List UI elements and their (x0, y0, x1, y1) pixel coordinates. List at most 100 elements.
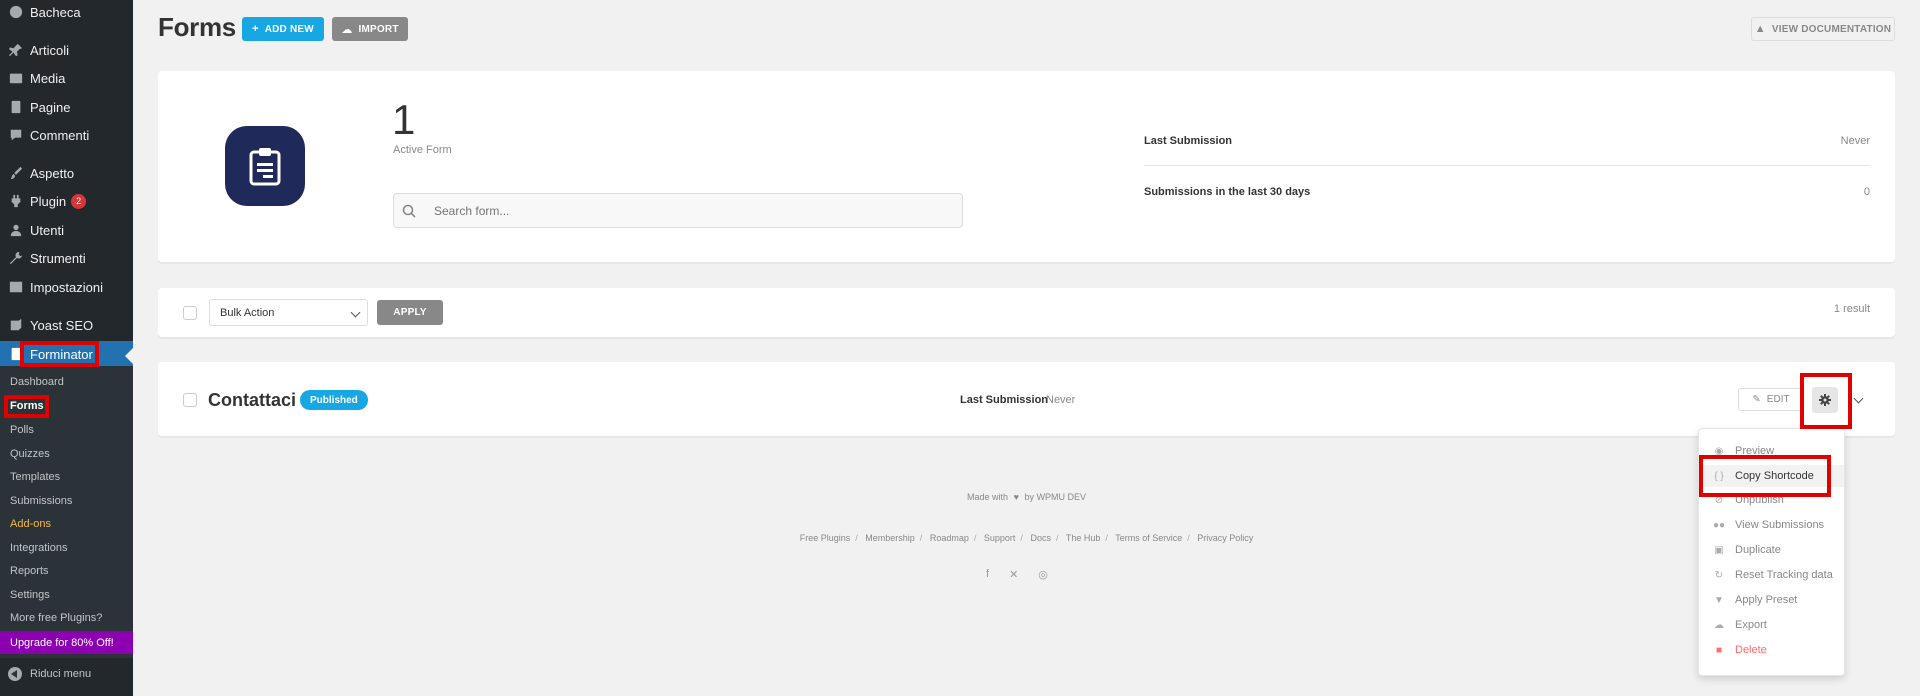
submenu-reports[interactable]: Reports (10, 565, 49, 577)
upgrade-link[interactable]: Upgrade for 80% Off! (0, 631, 133, 654)
import-button[interactable]: ☁ IMPORT (332, 17, 408, 41)
active-forms-count: 1 (392, 96, 416, 143)
sidebar-item-label: Utenti (30, 222, 64, 238)
chevron-down-icon (350, 307, 361, 318)
dropdown-reset-tracking[interactable]: ↻ Reset Tracking data (1699, 564, 1844, 586)
made-with-text: Made with (967, 492, 1009, 502)
collapse-menu-button[interactable]: Riduci menu (0, 664, 91, 684)
last-submission-label: Last Submission (1144, 135, 1233, 147)
sidebar-item-utenti[interactable]: Utenti (0, 218, 133, 242)
instagram-icon[interactable]: ◎ (1038, 568, 1048, 581)
footer-links: Free Plugins / Membership / Roadmap / Suppo… (0, 533, 1920, 543)
sidebar-item-bacheca[interactable]: Bacheca (0, 0, 133, 24)
footer-link-privacy[interactable]: Privacy Policy (1197, 533, 1253, 543)
separator: / (1105, 533, 1108, 543)
dropdown-export[interactable]: ☁ Export (1699, 614, 1844, 636)
dropdown-label: Duplicate (1735, 544, 1781, 556)
footer-link-the-hub[interactable]: The Hub (1066, 533, 1101, 543)
submenu-dashboard[interactable]: Dashboard (10, 376, 64, 388)
footer-link-roadmap[interactable]: Roadmap (930, 533, 969, 543)
submenu-polls[interactable]: Polls (10, 424, 34, 436)
submenu-templates[interactable]: Templates (10, 471, 60, 483)
sidebar-item-yoast[interactable]: Yoast SEO (0, 313, 133, 337)
sidebar-item-impostazioni[interactable]: Impostazioni (0, 275, 133, 299)
import-label: IMPORT (358, 23, 399, 35)
plugin-icon (8, 193, 24, 209)
user-icon (8, 222, 24, 238)
plugin-update-badge: 2 (71, 193, 87, 209)
submenu-integrations[interactable]: Integrations (10, 542, 67, 554)
submenu-settings[interactable]: Settings (10, 589, 50, 601)
add-new-button[interactable]: + ADD NEW (242, 17, 324, 41)
page-title: Forms (158, 12, 236, 42)
sidebar-item-label: Strumenti (30, 250, 86, 266)
social-links: f ✕ ◎ (986, 568, 1048, 581)
sidebar-item-commenti[interactable]: Commenti (0, 123, 133, 147)
view-documentation-button[interactable]: ▲ VIEW DOCUMENTATION (1751, 17, 1895, 41)
dropdown-apply-preset[interactable]: ▼ Apply Preset (1699, 589, 1844, 611)
select-all-checkbox[interactable] (183, 306, 197, 320)
submenu-quizzes[interactable]: Quizzes (10, 448, 50, 460)
refresh-icon: ↻ (1714, 569, 1724, 581)
highlight-box-gear (1800, 373, 1852, 429)
submenu-more-plugins[interactable]: More free Plugins? (10, 612, 102, 624)
search-form-field[interactable] (393, 193, 963, 228)
x-twitter-icon[interactable]: ✕ (1009, 568, 1018, 581)
search-icon (402, 204, 416, 218)
sidebar-item-label: Impostazioni (30, 279, 103, 295)
yoast-icon (8, 317, 24, 333)
by-wpmudev-text: by WPMU DEV (1024, 492, 1086, 502)
collapse-icon (8, 667, 22, 681)
clipboard-icon (225, 126, 305, 206)
dashboard-icon (8, 4, 24, 20)
form-name[interactable]: Contattaci (208, 390, 296, 411)
trash-icon: ■ (1715, 644, 1723, 656)
sidebar-item-label: Aspetto (30, 165, 75, 181)
row-last-submission-label: Last Submission (960, 394, 1049, 406)
form-row-checkbox[interactable] (183, 393, 197, 407)
facebook-icon[interactable]: f (986, 568, 989, 581)
separator: / (1055, 533, 1059, 543)
sidebar-item-pagine[interactable]: Pagine (0, 95, 133, 119)
active-forms-label: Active Form (393, 144, 452, 156)
footer-link-support[interactable]: Support (984, 533, 1016, 543)
apply-button[interactable]: APPLY (377, 300, 443, 325)
sidebar-item-aspetto[interactable]: Aspetto (0, 161, 133, 185)
footer-link-membership[interactable]: Membership (865, 533, 915, 543)
sidebar-item-label: Plugin (30, 193, 67, 209)
cloud-upload-icon: ☁ (341, 23, 353, 36)
dropdown-delete[interactable]: ■ Delete (1699, 639, 1844, 661)
footer-credit: Made with ♥ by WPMU DEV (0, 492, 1920, 502)
sidebar-item-label: Bacheca (30, 4, 81, 20)
cloud-icon: ☁ (1714, 619, 1724, 631)
row-last-submission-value: Never (1046, 394, 1076, 406)
sidebar-item-articoli[interactable]: Articoli (0, 38, 133, 62)
result-count: 1 result (1833, 303, 1870, 315)
footer-link-docs[interactable]: Docs (1030, 533, 1051, 543)
graduation-cap-icon: ▲ (1754, 23, 1766, 35)
bulk-action-select[interactable]: Bulk Action (209, 299, 368, 326)
highlight-box-forminator (20, 341, 99, 367)
dropdown-label: Export (1735, 619, 1767, 631)
sidebar-item-label: Pagine (30, 99, 71, 115)
sidebar-item-media[interactable]: Media (0, 66, 133, 90)
sidebar-item-plugin[interactable]: Plugin 2 (0, 189, 133, 213)
heart-icon: ♥ (1013, 492, 1019, 502)
submenu-addons[interactable]: Add-ons (10, 518, 51, 530)
settings-icon (8, 279, 24, 295)
sidebar-item-label: Yoast SEO (30, 317, 94, 333)
users-icon: ●● (1713, 519, 1726, 531)
edit-button[interactable]: ✎ EDIT (1738, 388, 1804, 411)
sidebar-item-strumenti[interactable]: Strumenti (0, 246, 133, 270)
highlight-box-copy-shortcode (1699, 455, 1831, 497)
search-input[interactable] (434, 203, 934, 218)
summary-card (158, 71, 1895, 262)
footer-link-terms[interactable]: Terms of Service (1115, 533, 1182, 543)
add-new-label: ADD NEW (264, 23, 314, 35)
copy-icon: ▣ (1714, 544, 1724, 556)
submissions-30-days-value: 0 (1863, 186, 1870, 198)
footer-link-free-plugins[interactable]: Free Plugins (800, 533, 851, 543)
dropdown-label: Delete (1735, 644, 1767, 656)
stat-divider (1144, 165, 1870, 166)
pencil-icon: ✎ (1752, 394, 1761, 405)
